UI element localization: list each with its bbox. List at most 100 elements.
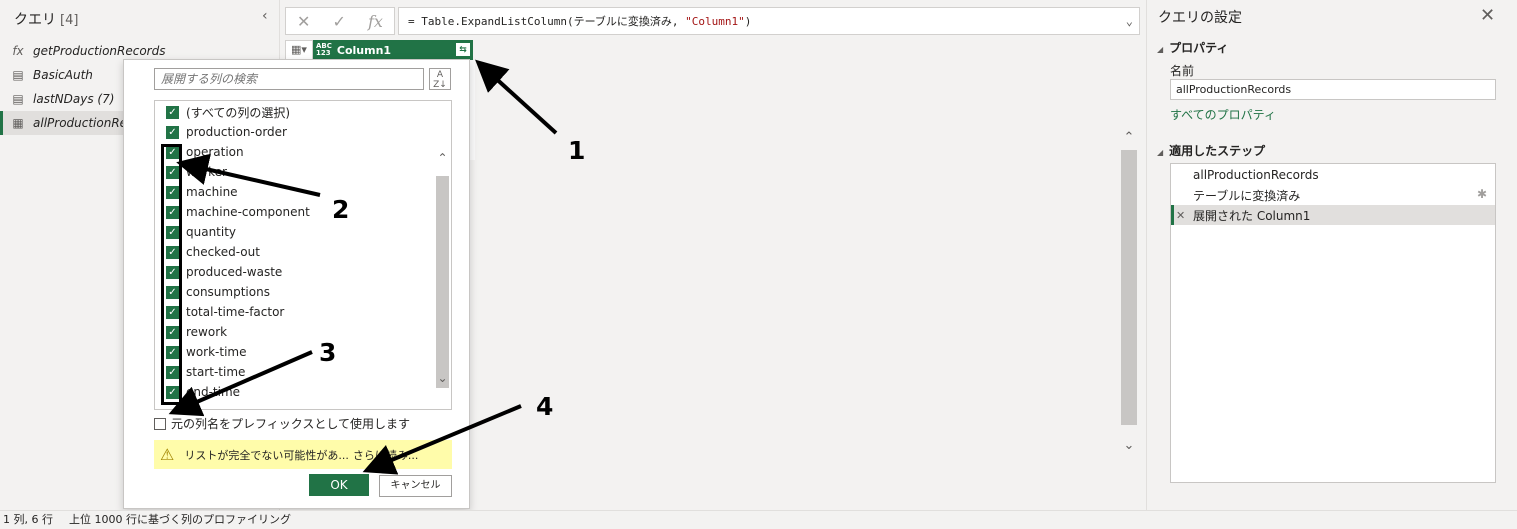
sort-az-icon[interactable]: A Z↓ xyxy=(429,68,451,90)
column-item[interactable]: ✓ production-order xyxy=(155,122,433,142)
scroll-thumb[interactable] xyxy=(1121,150,1137,425)
scroll-thumb[interactable] xyxy=(436,176,449,388)
column-item-label: operation xyxy=(186,145,244,159)
checkbox-checked-icon[interactable]: ✓ xyxy=(166,385,179,399)
column-item-label: quantity xyxy=(186,225,237,239)
column-item[interactable]: ✓ rework xyxy=(155,322,433,342)
column-item-label: rework xyxy=(186,325,228,339)
checkbox-checked-icon[interactable]: ✓ xyxy=(166,245,179,259)
column-list-scrollbar[interactable]: ⌃ ⌄ xyxy=(434,101,451,409)
query-item-label: BasicAuth xyxy=(33,68,93,82)
table-icon: ▤ xyxy=(12,92,24,106)
query-item-label: allProductionRec xyxy=(33,116,134,130)
column-item-label: checked-out xyxy=(186,245,260,259)
checkbox-checked-icon[interactable]: ✓ xyxy=(166,305,179,319)
column-item[interactable]: ✓ total-time-factor xyxy=(155,302,433,322)
chevron-left-icon[interactable]: ‹ xyxy=(262,8,268,24)
queries-title-label: クエリ xyxy=(14,12,56,28)
column-item-label: consumptions xyxy=(186,285,270,299)
annotation-number: 4 xyxy=(536,392,554,421)
grid-header: ▦▾ ABC 123 Column1 ⇆ xyxy=(285,40,475,60)
column-search-input[interactable] xyxy=(154,68,424,90)
checkbox-checked-icon[interactable]: ✓ xyxy=(166,105,179,119)
column-item-label: worker xyxy=(186,165,227,179)
expand-column-dropdown: AZ↓ ✓ (すべての列の選択) ✓ production-order ✓ oper… xyxy=(123,59,470,509)
column-item-label: production-order xyxy=(186,125,287,139)
name-label: 名前 xyxy=(1170,64,1195,78)
warning-bar: ⚠ リストが完全でない可能性があ... さらに読み... xyxy=(154,440,452,469)
gear-icon[interactable]: ✱ xyxy=(1477,187,1487,201)
select-all-columns[interactable]: ✓ (すべての列の選択) xyxy=(155,102,433,122)
checkbox-checked-icon[interactable]: ✓ xyxy=(166,225,179,239)
checkbox-checked-icon[interactable]: ✓ xyxy=(166,265,179,279)
delete-step-icon[interactable]: ✕ xyxy=(1176,209,1193,222)
table-icon: ▦ xyxy=(12,116,24,130)
applied-step[interactable]: テーブルに変換済み ✱ xyxy=(1171,185,1495,205)
column-item[interactable]: ✓ machine-component xyxy=(155,202,433,222)
column-header[interactable]: ABC 123 Column1 ⇆ xyxy=(313,40,473,60)
prefix-option[interactable]: 元の列名をプレフィックスとして使用します xyxy=(154,415,410,432)
column-item[interactable]: ✓ worker xyxy=(155,162,433,182)
scroll-down-icon[interactable]: ⌄ xyxy=(434,371,451,385)
formula-prefix: = Table.ExpandListColumn(テーブルに変換済み, xyxy=(408,15,686,28)
query-item-label: getProductionRecords xyxy=(33,44,166,58)
formula-suffix: ) xyxy=(744,15,752,28)
properties-section-header[interactable]: ◢ プロパティ xyxy=(1157,39,1228,56)
main-vertical-scrollbar[interactable]: ⌃ ⌄ xyxy=(1121,130,1137,453)
checkbox-checked-icon[interactable]: ✓ xyxy=(166,325,179,339)
column-item[interactable]: ✓ produced-waste xyxy=(155,262,433,282)
checkbox-unchecked-icon[interactable] xyxy=(154,417,166,430)
checkbox-checked-icon[interactable]: ✓ xyxy=(166,125,179,139)
column-item[interactable]: ✓ checked-out xyxy=(155,242,433,262)
steps-header-label: 適用したステップ xyxy=(1169,144,1266,158)
column-list: ✓ (すべての列の選択) ✓ production-order ✓ operatio… xyxy=(154,100,452,410)
scroll-up-icon[interactable]: ⌃ xyxy=(434,151,451,165)
formula-string: "Column1" xyxy=(685,15,745,28)
column-item-label: produced-waste xyxy=(186,265,283,279)
prefix-label: 元の列名をプレフィックスとして使用します xyxy=(171,417,411,431)
checkbox-checked-icon[interactable]: ✓ xyxy=(166,345,179,359)
column-item-label: start-time xyxy=(186,365,246,379)
collapse-triangle-icon: ◢ xyxy=(1157,148,1164,157)
applied-step-active[interactable]: ✕ 展開された Column1 xyxy=(1171,205,1495,225)
column-type-icon[interactable]: ABC 123 xyxy=(316,43,332,57)
commit-formula-icon[interactable]: ✓ xyxy=(333,12,346,31)
column-item[interactable]: ✓ end-time xyxy=(155,382,433,402)
column-item[interactable]: ✓ consumptions xyxy=(155,282,433,302)
applied-steps-section-header[interactable]: ◢ 適用したステップ xyxy=(1157,142,1265,159)
cancel-formula-icon[interactable]: ✕ xyxy=(297,12,310,31)
settings-title: クエリの設定 xyxy=(1158,10,1242,26)
checkbox-checked-icon[interactable]: ✓ xyxy=(166,365,179,379)
checkbox-checked-icon[interactable]: ✓ xyxy=(166,165,179,179)
column-item[interactable]: ✓ work-time xyxy=(155,342,433,362)
fx-icon[interactable]: fx xyxy=(368,12,383,31)
close-icon[interactable]: ✕ xyxy=(1480,5,1495,26)
status-bar: 1 列, 6 行 上位 1000 行に基づく列のプロファイリング xyxy=(0,510,1517,529)
column-item[interactable]: ✓ start-time xyxy=(155,362,433,382)
checkbox-checked-icon[interactable]: ✓ xyxy=(166,185,179,199)
query-settings-pane: クエリの設定 ✕ ◢ プロパティ 名前 すべてのプロパティ ◢ 適用したステップ a… xyxy=(1146,0,1517,510)
scroll-up-icon[interactable]: ⌃ xyxy=(1121,130,1137,145)
load-more-link[interactable]: さらに読み... xyxy=(353,447,419,463)
formula-input[interactable]: = Table.ExpandListColumn(テーブルに変換済み, "Col… xyxy=(398,7,1140,35)
column-item[interactable]: ✓ machine xyxy=(155,182,433,202)
expand-column-icon[interactable]: ⇆ xyxy=(455,42,471,57)
table-icon: ▤ xyxy=(12,68,24,82)
checkbox-checked-icon[interactable]: ✓ xyxy=(166,205,179,219)
all-properties-link[interactable]: すべてのプロパティ xyxy=(1170,106,1276,123)
applied-step[interactable]: allProductionRecords xyxy=(1171,165,1495,185)
formula-buttons: ✕ ✓ fx xyxy=(285,7,395,35)
annotation-arrow xyxy=(475,59,558,135)
checkbox-checked-icon[interactable]: ✓ xyxy=(166,145,179,159)
table-menu-icon[interactable]: ▦▾ xyxy=(285,40,313,60)
cancel-button[interactable]: キャンセル xyxy=(379,475,452,497)
column-item[interactable]: ✓ operation xyxy=(155,142,433,162)
scroll-down-icon[interactable]: ⌄ xyxy=(1121,438,1137,453)
query-name-input[interactable] xyxy=(1170,79,1496,100)
checkbox-checked-icon[interactable]: ✓ xyxy=(166,285,179,299)
ok-button[interactable]: OK xyxy=(309,474,369,496)
chevron-down-icon[interactable]: ⌄ xyxy=(1126,14,1133,28)
column-item-label: machine xyxy=(186,185,238,199)
column-item[interactable]: ✓ quantity xyxy=(155,222,433,242)
warning-icon: ⚠ xyxy=(160,445,175,464)
